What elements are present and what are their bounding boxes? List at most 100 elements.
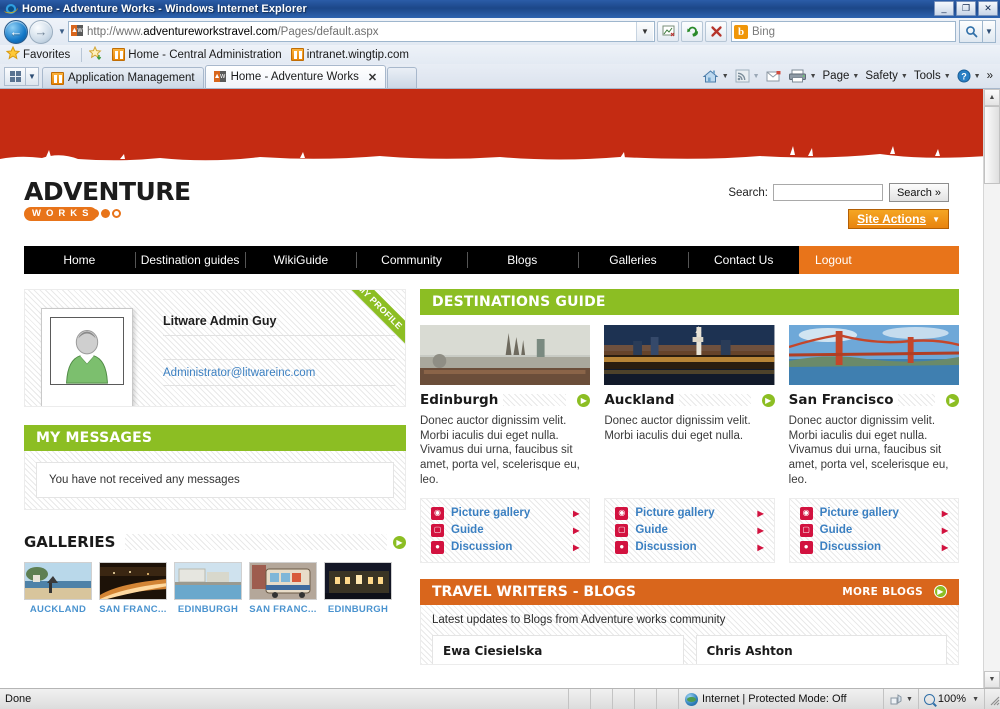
- camera-icon: ◉: [431, 507, 444, 520]
- gallery-thumbnail-auckland: [24, 562, 92, 600]
- blog-entry[interactable]: Chris Ashton: [696, 635, 948, 664]
- chevron-down-icon[interactable]: ▼: [901, 73, 908, 80]
- link-picture-gallery[interactable]: ◉ Picture gallery ▶: [427, 505, 583, 522]
- chevron-down-icon[interactable]: ▼: [974, 73, 981, 80]
- site-search-input[interactable]: [773, 184, 883, 201]
- restore-button[interactable]: ❐: [956, 1, 976, 16]
- more-blogs-link[interactable]: MORE BLOGS ▶: [842, 585, 947, 598]
- tab-home-adventure-works[interactable]: ▲w Home - Adventure Works ✕: [205, 65, 386, 88]
- nav-item-home[interactable]: Home: [24, 246, 135, 274]
- tab-close-icon[interactable]: ✕: [368, 71, 377, 84]
- help-button[interactable]: ? ▼: [954, 66, 984, 86]
- command-bar-overflow-button[interactable]: »: [984, 66, 996, 86]
- site-search-button[interactable]: Search »: [889, 183, 949, 202]
- privacy-report-button[interactable]: ▼: [884, 689, 919, 709]
- nav-item-destination-guides[interactable]: Destination guides: [135, 246, 246, 274]
- nav-item-community[interactable]: Community: [356, 246, 467, 274]
- nav-item-contact-us[interactable]: Contact Us: [688, 246, 799, 274]
- add-to-favorites-bar-button[interactable]: [89, 46, 103, 63]
- favorites-button[interactable]: Favorites: [6, 46, 70, 63]
- nav-item-blogs[interactable]: Blogs: [467, 246, 578, 274]
- chevron-down-icon[interactable]: ▼: [972, 696, 979, 703]
- chevron-down-icon[interactable]: ▼: [906, 696, 913, 703]
- feeds-button[interactable]: ▼: [732, 66, 763, 86]
- logo-wordmark: ADVENTURE: [24, 179, 191, 204]
- gallery-item[interactable]: EDINBURGH: [174, 562, 242, 615]
- mail-button[interactable]: [763, 66, 785, 86]
- refresh-button[interactable]: [681, 21, 703, 42]
- site-actions-button[interactable]: Site Actions ▼: [848, 209, 949, 229]
- favorite-link-central-administration[interactable]: Home - Central Administration: [112, 48, 281, 61]
- quick-tabs-button[interactable]: [4, 67, 26, 86]
- chevron-down-icon[interactable]: ▼: [810, 73, 817, 80]
- logout-button[interactable]: Logout: [799, 246, 959, 274]
- security-zone-indicator[interactable]: Internet | Protected Mode: Off: [679, 689, 884, 709]
- new-tab-button[interactable]: [387, 67, 417, 88]
- chevron-down-icon[interactable]: ▼: [944, 73, 951, 80]
- chevron-down-icon[interactable]: ▼: [753, 73, 760, 80]
- link-guide[interactable]: ▢ Guide ▶: [427, 522, 583, 539]
- link-discussion[interactable]: ● Discussion ▶: [796, 539, 952, 556]
- back-button[interactable]: ←: [4, 20, 28, 44]
- title-hatch-fill: [898, 394, 935, 406]
- tab-application-management[interactable]: Application Management: [42, 67, 204, 88]
- page-menu-button[interactable]: Page ▼: [820, 66, 863, 86]
- zoom-control[interactable]: 100% ▼: [919, 689, 985, 709]
- site-logo[interactable]: ADVENTURE WORKS: [24, 179, 191, 221]
- recent-pages-dropdown-icon[interactable]: ▼: [56, 27, 68, 36]
- gallery-item[interactable]: SAN FRANC...: [249, 562, 317, 615]
- browser-search-input[interactable]: b Bing: [731, 21, 956, 42]
- destination-image-auckland[interactable]: [604, 325, 774, 385]
- nav-item-wikiguide[interactable]: WikiGuide: [245, 246, 356, 274]
- link-guide[interactable]: ▢ Guide ▶: [611, 522, 767, 539]
- link-discussion[interactable]: ● Discussion ▶: [427, 539, 583, 556]
- internet-explorer-icon: [4, 2, 18, 16]
- link-guide[interactable]: ▢ Guide ▶: [796, 522, 952, 539]
- nav-item-galleries[interactable]: Galleries: [578, 246, 689, 274]
- favorite-link-wingtip[interactable]: intranet.wingtip.com: [291, 48, 409, 61]
- link-label: Picture gallery: [820, 507, 899, 519]
- scroll-up-button[interactable]: ▲: [984, 89, 1000, 106]
- link-picture-gallery[interactable]: ◉ Picture gallery ▶: [611, 505, 767, 522]
- blogs-title: TRAVEL WRITERS - BLOGS: [432, 584, 636, 600]
- destination-image-edinburgh[interactable]: [420, 325, 590, 385]
- compatibility-view-button[interactable]: [657, 21, 679, 42]
- tools-menu-button[interactable]: Tools ▼: [911, 66, 954, 86]
- search-provider-dropdown-icon[interactable]: ▼: [983, 20, 996, 43]
- galleries-more-icon[interactable]: ▶: [393, 536, 406, 549]
- destination-image-san-francisco[interactable]: [789, 325, 959, 385]
- safety-menu-button[interactable]: Safety ▼: [862, 66, 911, 86]
- destination-name: San Francisco: [789, 392, 894, 408]
- resize-grip[interactable]: [987, 693, 1000, 706]
- forward-button[interactable]: →: [29, 20, 53, 44]
- book-icon: ▢: [800, 524, 813, 537]
- vertical-scrollbar[interactable]: ▲ ▼: [983, 89, 1000, 688]
- chevron-down-icon[interactable]: ▼: [722, 73, 729, 80]
- stop-button[interactable]: [705, 21, 727, 42]
- address-dropdown-icon[interactable]: ▼: [636, 22, 653, 41]
- chevron-right-icon: ▶: [573, 509, 579, 518]
- profile-email-link[interactable]: Administrator@litwareinc.com: [163, 360, 395, 386]
- home-button[interactable]: ▼: [699, 66, 732, 86]
- link-picture-gallery[interactable]: ◉ Picture gallery ▶: [796, 505, 952, 522]
- scroll-down-button[interactable]: ▼: [984, 671, 1000, 688]
- chevron-down-icon: ▼: [932, 215, 940, 224]
- scrollbar-track[interactable]: [984, 106, 1000, 671]
- destination-more-icon[interactable]: ▶: [577, 394, 590, 407]
- gallery-item[interactable]: AUCKLAND: [24, 562, 92, 615]
- search-go-button[interactable]: [959, 20, 983, 43]
- chevron-down-icon[interactable]: ▼: [852, 73, 859, 80]
- address-input[interactable]: ▲w http://www.adventureworkstravel.com/P…: [68, 21, 655, 42]
- minimize-button[interactable]: _: [934, 1, 954, 16]
- add-star-icon: [89, 46, 103, 63]
- print-button[interactable]: ▼: [785, 66, 820, 86]
- destination-more-icon[interactable]: ▶: [946, 394, 959, 407]
- link-discussion[interactable]: ● Discussion ▶: [611, 539, 767, 556]
- tab-list-dropdown-icon[interactable]: ▼: [26, 67, 39, 86]
- gallery-item[interactable]: EDINBURGH: [324, 562, 392, 615]
- close-button[interactable]: ✕: [978, 1, 998, 16]
- destination-more-icon[interactable]: ▶: [762, 394, 775, 407]
- blog-entry[interactable]: Ewa Ciesielska: [432, 635, 684, 664]
- scrollbar-thumb[interactable]: [984, 106, 1000, 184]
- gallery-item[interactable]: SAN FRANC...: [99, 562, 167, 615]
